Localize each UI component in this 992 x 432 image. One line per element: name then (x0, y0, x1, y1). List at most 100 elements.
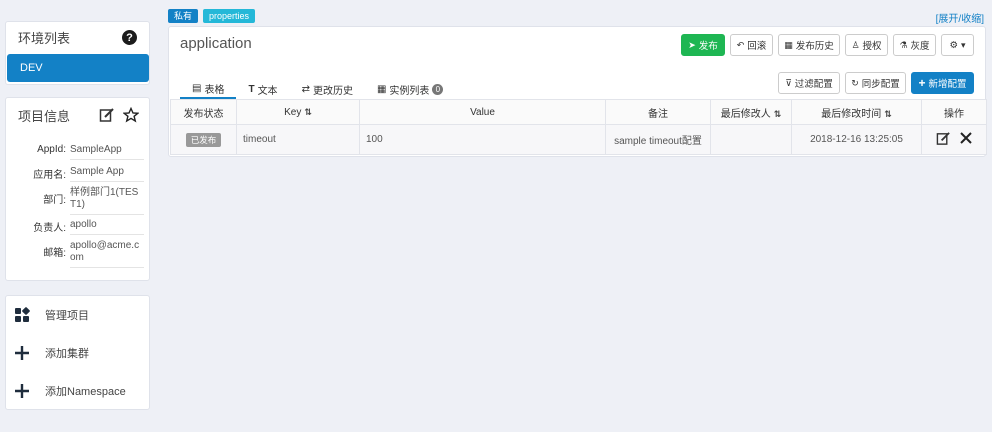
flask-icon: ⚗ (899, 39, 908, 50)
env-item-dev[interactable]: DEV (7, 54, 149, 82)
rollback-label: 回滚 (747, 41, 767, 52)
edit-icon[interactable] (936, 131, 951, 149)
edit-icon[interactable] (99, 107, 115, 123)
release-button[interactable]: ➤ 发布 (681, 34, 725, 56)
cell-time: 2018-12-16 13:25:05 (791, 124, 922, 155)
plus-icon: + (918, 76, 926, 90)
delete-icon[interactable] (959, 131, 973, 148)
header-time[interactable]: 最后修改时间 ⇅ (791, 99, 922, 125)
table-header-row: 发布状态 Key ⇅ Value 备注 最后修改人 ⇅ 最后修改时间 ⇅ 操作 (170, 99, 987, 125)
info-label: 邮箱: (43, 248, 66, 259)
header-value: Value (359, 99, 606, 125)
instance-count-badge: 0 (432, 84, 444, 95)
info-value: Sample App (70, 166, 144, 182)
info-label: 部门: (43, 195, 66, 206)
actions-panel: 管理项目 添加集群 添加Namespace (5, 295, 150, 410)
gray-release-button[interactable]: ⚗ 灰度 (893, 34, 936, 56)
cell-comment: sample timeout配置 (605, 124, 711, 155)
filter-label: 过滤配置 (794, 79, 833, 90)
header-ops: 操作 (921, 99, 987, 125)
namespace-panel: application ➤ 发布 ↶ 回滚 ▦ 发布历史 ♙ 授权 ⚗ 灰度 ⚙… (168, 26, 987, 157)
help-icon[interactable]: ? (122, 30, 137, 45)
exchange-icon: ⇄ (301, 84, 310, 95)
star-icon[interactable] (122, 106, 140, 123)
add-cluster-link[interactable]: 添加集群 (6, 334, 149, 372)
history-label: 发布历史 (795, 41, 834, 52)
tab-text[interactable]: T 文本 (236, 77, 289, 99)
undo-icon: ↶ (736, 39, 745, 50)
rollback-button[interactable]: ↶ 回滚 (730, 34, 773, 56)
filter-config-button[interactable]: ⊽ 过滤配置 (778, 72, 840, 94)
calendar-icon: ▦ (784, 39, 793, 50)
action-label: 添加集群 (45, 348, 89, 360)
gray-label: 灰度 (910, 41, 930, 52)
sort-icon: ⇅ (884, 108, 892, 119)
table-row: 已发布 timeout 100 sample timeout配置 2018-12… (170, 124, 987, 155)
env-title: 环境列表 (18, 31, 71, 46)
dashboard-icon (14, 307, 30, 323)
action-label: 添加Namespace (45, 386, 126, 398)
settings-dropdown-button[interactable]: ⚙ ▾ (941, 34, 974, 56)
header-modifier[interactable]: 最后修改人 ⇅ (710, 99, 792, 125)
cell-key: timeout (236, 124, 360, 155)
private-badge: 私有 (168, 9, 199, 23)
refresh-icon: ↻ (851, 77, 859, 88)
info-value: apollo (70, 219, 144, 235)
expand-collapse-link[interactable]: [展开/收缩] (936, 10, 984, 25)
header-key[interactable]: Key ⇅ (236, 99, 360, 125)
list-icon: ▦ (376, 84, 387, 95)
sort-icon: ⇅ (773, 108, 782, 119)
tab-label: 实例列表 (389, 86, 430, 97)
release-history-button[interactable]: ▦ 发布历史 (778, 34, 840, 56)
info-label: 负责人: (33, 223, 66, 234)
add-config-button[interactable]: + 新增配置 (911, 72, 974, 94)
sync-config-button[interactable]: ↻ 同步配置 (845, 72, 906, 94)
format-badge: properties (203, 9, 256, 23)
header-status: 发布状态 (170, 99, 237, 125)
caret-down-icon: ▾ (961, 39, 966, 50)
cell-ops (921, 124, 987, 155)
namespace-title: application (180, 35, 252, 52)
sync-label: 同步配置 (861, 79, 900, 90)
info-value: apollo@acme.com (70, 240, 144, 268)
env-item-label: DEV (20, 62, 43, 74)
add-namespace-link[interactable]: 添加Namespace (6, 372, 149, 410)
filter-icon: ⊽ (785, 77, 792, 88)
header-comment: 备注 (605, 99, 711, 125)
env-panel-header: 环境列表 ? (6, 22, 149, 53)
plus-icon (14, 345, 30, 361)
tab-label: 文本 (257, 86, 278, 97)
tab-label: 更改历史 (312, 86, 353, 97)
config-table: 发布状态 Key ⇅ Value 备注 最后修改人 ⇅ 最后修改时间 ⇅ 操作 已发布… (170, 99, 987, 155)
header-modifier-label: 最后修改人 (720, 108, 771, 120)
grant-label: 授权 (862, 41, 882, 52)
table-icon: ▤ (192, 83, 202, 94)
tab-label: 表格 (204, 85, 225, 96)
tab-change-history[interactable]: ⇄ 更改历史 (290, 77, 365, 99)
header-key-label: Key (284, 106, 302, 118)
project-info-panel: 项目信息 AppId: SampleApp 应用名: Sample App 部门… (5, 97, 150, 281)
action-label: 管理项目 (45, 310, 89, 322)
manage-project-link[interactable]: 管理项目 (6, 296, 149, 334)
env-panel: 环境列表 ? DEV (5, 21, 150, 85)
grant-button[interactable]: ♙ 授权 (845, 34, 888, 56)
tab-instances[interactable]: ▦ 实例列表 0 (365, 77, 455, 99)
release-label: 发布 (698, 41, 718, 52)
cell-value: 100 (359, 124, 606, 155)
info-label: 应用名: (33, 170, 66, 181)
gear-icon: ⚙ (949, 39, 958, 51)
plus-icon (14, 383, 30, 399)
add-label: 新增配置 (928, 79, 967, 90)
user-icon: ♙ (851, 39, 860, 50)
info-label: AppId: (37, 144, 66, 155)
send-icon: ➤ (688, 39, 696, 50)
text-icon: T (248, 84, 255, 95)
project-info-title: 项目信息 (18, 108, 71, 124)
cell-modifier (710, 124, 792, 155)
info-value: 样例部门1(TEST1) (70, 187, 144, 215)
tab-table[interactable]: ▤ 表格 (180, 77, 237, 99)
view-tabs: ▤ 表格 T 文本 ⇄ 更改历史 ▦ 实例列表 0 (180, 77, 455, 99)
status-badge: 已发布 (185, 132, 222, 147)
header-time-label: 最后修改时间 (821, 108, 882, 120)
info-value: SampleApp (70, 144, 144, 160)
